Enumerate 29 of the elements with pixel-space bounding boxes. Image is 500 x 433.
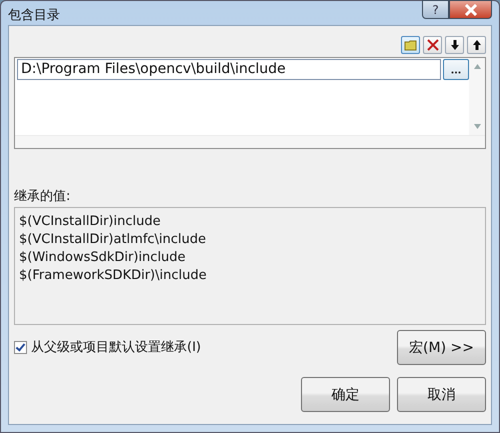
ellipsis-icon	[451, 71, 461, 74]
ok-button[interactable]: 确定	[301, 377, 390, 412]
browse-button[interactable]	[443, 59, 469, 80]
new-folder-button[interactable]	[401, 36, 420, 54]
inherit-checkbox-label: 从父级或项目默认设置继承(I)	[31, 339, 201, 356]
scroll-up-icon[interactable]	[474, 64, 480, 69]
arrow-up-icon	[472, 39, 482, 51]
scroll-down-icon[interactable]	[474, 124, 480, 129]
horizontal-scrollbar[interactable]	[15, 135, 485, 148]
delete-icon	[426, 39, 438, 51]
path-input-field[interactable]: D:\Program Files\opencv\build\include	[17, 59, 441, 80]
close-icon	[464, 4, 478, 16]
macros-button[interactable]: 宏(M) >>	[397, 330, 486, 365]
help-button[interactable]: ?	[422, 0, 449, 19]
vertical-scrollbar[interactable]	[469, 58, 485, 135]
folder-icon	[404, 39, 418, 51]
inherited-value: $(VCInstallDir)include	[19, 213, 162, 231]
move-down-button[interactable]	[445, 36, 464, 54]
close-button[interactable]	[449, 0, 492, 19]
inherit-checkbox[interactable]	[14, 340, 27, 354]
delete-button[interactable]	[423, 36, 442, 54]
inherited-value: $(FrameworkSDKDir)\include	[19, 267, 208, 285]
window-title: 包含目录	[8, 7, 60, 24]
inherited-value: $(WindowsSdkDir)include	[19, 249, 187, 267]
arrow-down-icon	[450, 39, 460, 51]
inherited-values-label: 继承的值:	[14, 188, 72, 205]
move-up-button[interactable]	[467, 36, 486, 54]
inherited-value: $(VCInstallDir)atlmfc\include	[19, 231, 208, 249]
cancel-button[interactable]: 取消	[397, 377, 486, 412]
